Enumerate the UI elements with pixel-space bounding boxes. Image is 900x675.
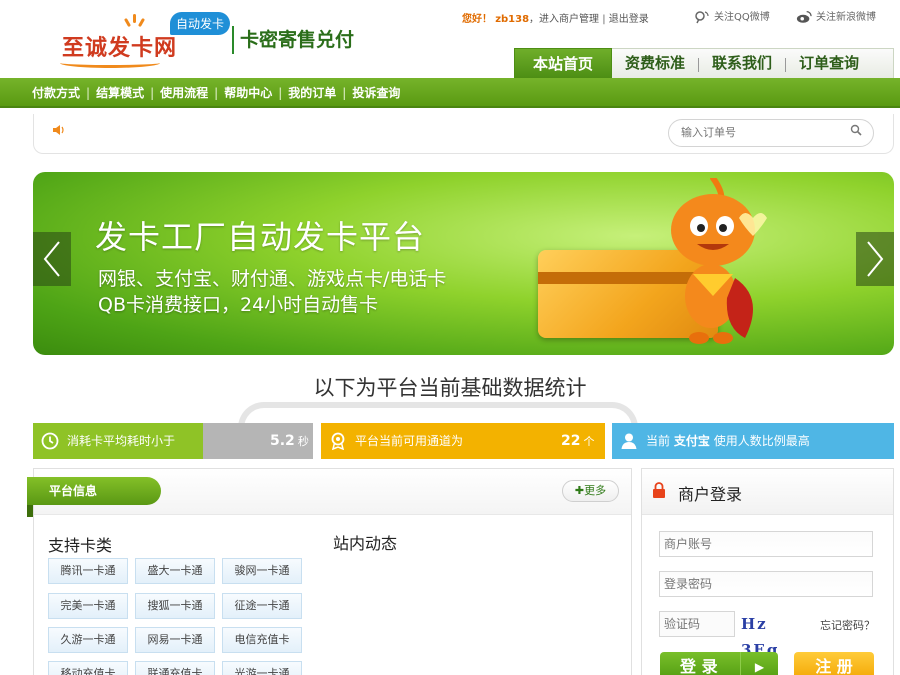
- follow-qq-label: 关注QQ微博: [714, 12, 770, 23]
- card-type-button[interactable]: 久游一卡通: [48, 627, 128, 653]
- qq-weibo-icon: [695, 11, 709, 24]
- medal-icon: [331, 432, 345, 450]
- stat-popular-prefix: 当前: [646, 434, 671, 448]
- more-label: 更多: [584, 484, 607, 497]
- forgot-password-link[interactable]: 忘记密码？: [820, 617, 875, 633]
- banner-prev-button[interactable]: [33, 232, 71, 286]
- speaker-icon: [53, 125, 64, 135]
- stats-title: 以下为平台当前基础数据统计: [313, 376, 587, 400]
- subnav-payment-methods[interactable]: 付款方式: [32, 86, 80, 100]
- main-nav: 本站首页 资费标准 联系我们 订单查询: [514, 48, 872, 78]
- stat-channels-number: 22: [561, 433, 581, 449]
- stat-channels-unit: 个: [583, 435, 595, 448]
- tab-order-query[interactable]: 订单查询: [786, 48, 872, 78]
- tab-contact[interactable]: 联系我们: [699, 48, 785, 78]
- divider: |: [214, 86, 219, 100]
- captcha-image[interactable]: Hz 3Eq: [741, 611, 809, 659]
- card-type-button[interactable]: 联通充值卡: [135, 661, 215, 675]
- logo-badge: 自动发卡: [170, 12, 231, 35]
- card-type-button[interactable]: 搜狐一卡通: [135, 593, 215, 619]
- sub-nav: 付款方式 | 结算模式 | 使用流程 | 帮助中心 | 我的订单 | 投诉查询: [0, 78, 900, 108]
- stat-channels-value: 22 个: [561, 423, 594, 460]
- stat-popular-payment: 当前 支付宝 使用人数比例最高: [612, 423, 894, 459]
- subnav-help[interactable]: 帮助中心: [224, 86, 272, 100]
- site-logo[interactable]: 至诚发卡网 自动发卡: [58, 12, 238, 68]
- card-type-button[interactable]: 征途一卡通: [222, 593, 302, 619]
- stat-popular-suffix: 使用人数比例最高: [713, 434, 810, 448]
- subnav-complaints[interactable]: 投诉查询: [352, 86, 400, 100]
- follow-qq-weibo-link[interactable]: 关注QQ微博: [694, 8, 770, 24]
- stat-popular-text: 当前 支付宝 使用人数比例最高: [646, 423, 810, 459]
- lock-icon: [653, 482, 665, 498]
- username: zb138: [495, 14, 530, 25]
- follow-sina-weibo-link[interactable]: 关注新浪微博: [796, 8, 876, 24]
- subnav-process[interactable]: 使用流程: [160, 86, 208, 100]
- banner-line-1: 网银、支付宝、财付通、游戏点卡/电话卡: [98, 268, 447, 290]
- login-button-label: 登 录: [680, 657, 718, 675]
- more-button[interactable]: ✚更多: [562, 480, 619, 502]
- page: 至诚发卡网 自动发卡 卡密寄售兑付 您好！ zb138，进入商户管理 | 退出登…: [0, 0, 900, 675]
- card-type-button[interactable]: 骏网一卡通: [222, 558, 302, 584]
- subnav-my-orders[interactable]: 我的订单: [288, 86, 336, 100]
- card-type-button[interactable]: 完美一卡通: [48, 593, 128, 619]
- stat-avg-time-unit: 秒: [297, 435, 309, 448]
- card-type-button[interactable]: 腾讯一卡通: [48, 558, 128, 584]
- card-type-button[interactable]: 网易一卡通: [135, 627, 215, 653]
- chevron-right-icon: [867, 241, 884, 277]
- plus-icon: ✚: [574, 484, 585, 497]
- merchant-account-input[interactable]: [659, 531, 873, 557]
- logo-rays-icon: [123, 14, 146, 30]
- card-type-button[interactable]: 电信充值卡: [222, 627, 302, 653]
- divider: |: [86, 86, 91, 100]
- tab-pricing[interactable]: 资费标准: [612, 48, 698, 78]
- cards-section-title: 支持卡类: [48, 536, 113, 555]
- merchant-admin-link[interactable]: ，进入商户管理: [529, 14, 599, 25]
- mascot-illustration: [671, 178, 767, 344]
- captcha-input[interactable]: [659, 611, 735, 637]
- promo-banner[interactable]: 发卡工厂自动发卡平台 网银、支付宝、财付通、游戏点卡/电话卡 QB卡消费接口，2…: [33, 172, 894, 355]
- stat-avg-time-value: 5.2 秒: [270, 423, 309, 460]
- login-title: 商户登录: [678, 485, 743, 504]
- user-bar: 您好！ zb138，进入商户管理 | 退出登录: [462, 10, 649, 25]
- tab-home[interactable]: 本站首页: [514, 48, 613, 78]
- banner-title: 发卡工厂自动发卡平台: [95, 218, 426, 256]
- user-icon: [621, 433, 637, 449]
- chevron-left-icon: [43, 241, 60, 277]
- greeting: 您好！: [462, 14, 492, 25]
- divider: |: [342, 86, 347, 100]
- stat-channels-label: 平台当前可用通道为: [355, 434, 464, 448]
- logout-link[interactable]: 退出登录: [609, 14, 649, 25]
- card-type-button[interactable]: 光游一卡通: [222, 661, 302, 675]
- stat-avg-time-number: 5.2: [270, 433, 295, 449]
- divider: |: [150, 86, 155, 100]
- login-password-input[interactable]: [659, 571, 873, 597]
- sina-weibo-icon: [796, 11, 812, 23]
- news-section-title: 站内动态: [333, 534, 398, 553]
- order-search-input[interactable]: [668, 119, 874, 147]
- panel-tab-platform-info[interactable]: 平台信息: [27, 477, 161, 505]
- site-slogan: 卡密寄售兑付: [232, 26, 354, 54]
- register-button[interactable]: 注 册: [794, 652, 874, 675]
- login-button[interactable]: 登 录 ▶: [660, 652, 778, 675]
- subnav-settlement[interactable]: 结算模式: [96, 86, 144, 100]
- stat-channels: 平台当前可用通道为 22 个: [321, 423, 605, 459]
- card-type-button[interactable]: 移动充值卡: [48, 661, 128, 675]
- card-type-button[interactable]: 盛大一卡通: [135, 558, 215, 584]
- banner-line-2: QB卡消费接口，24小时自动售卡: [98, 294, 379, 316]
- follow-sina-label: 关注新浪微博: [816, 12, 876, 23]
- banner-next-button[interactable]: [856, 232, 894, 286]
- play-arrow-icon: ▶: [740, 652, 778, 675]
- stat-avg-time-label: 消耗卡平均耗时小于: [67, 434, 176, 448]
- panel-tab-fold: [27, 505, 33, 517]
- stat-avg-time: 消耗卡平均耗时小于 5.2 秒: [33, 423, 313, 459]
- search-icon[interactable]: [850, 124, 862, 136]
- stat-popular-name: 支付宝: [673, 434, 710, 448]
- clock-icon: [41, 432, 59, 450]
- divider: |: [278, 86, 283, 100]
- logo-arc-icon: [60, 58, 160, 68]
